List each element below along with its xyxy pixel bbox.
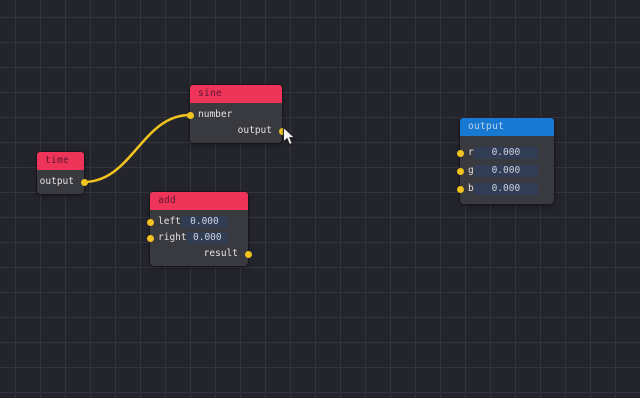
node-time-body: output — [37, 170, 84, 194]
output-b-value-field[interactable]: 0.000 — [474, 183, 538, 195]
port-add-left[interactable] — [147, 219, 154, 226]
port-row-output-r: r 0.000 — [460, 144, 554, 162]
node-output-body: r 0.000 g 0.000 b 0.000 — [460, 136, 554, 204]
port-output-b[interactable] — [457, 186, 464, 193]
node-sine-body: number output — [190, 103, 282, 143]
port-row-output-b: b 0.000 — [460, 180, 554, 198]
port-time-output[interactable] — [81, 179, 88, 186]
port-row-add-result: result — [150, 246, 248, 262]
add-left-value-field[interactable]: 0.000 — [181, 216, 228, 228]
port-row-sine-number: number — [190, 107, 282, 123]
node-output-header[interactable]: output — [460, 118, 554, 136]
port-label-output-g: g — [468, 163, 474, 179]
node-sine[interactable]: sine number output — [190, 85, 282, 143]
node-output[interactable]: output r 0.000 g 0.000 b 0.000 — [460, 118, 554, 204]
port-label-add-left: left — [158, 214, 181, 230]
node-editor-canvas[interactable]: time output sine number output add — [0, 0, 640, 400]
wire-time-to-sine[interactable] — [84, 115, 190, 182]
output-g-value-field[interactable]: 0.000 — [474, 165, 538, 177]
port-row-sine-output: output — [190, 123, 282, 139]
port-row-time-output: output — [37, 174, 84, 190]
port-label-sine-number: number — [198, 107, 232, 123]
node-add[interactable]: add left 0.000 right 0.000 result — [150, 192, 248, 266]
port-add-result[interactable] — [245, 251, 252, 258]
port-sine-output[interactable] — [279, 128, 286, 135]
node-add-header[interactable]: add — [150, 192, 248, 210]
port-row-add-left: left 0.000 — [150, 214, 248, 230]
port-label-sine-output: output — [238, 123, 272, 139]
port-label-add-right: right — [158, 230, 187, 246]
port-row-output-g: g 0.000 — [460, 162, 554, 180]
add-right-value-field[interactable]: 0.000 — [187, 232, 228, 244]
node-add-body: left 0.000 right 0.000 result — [150, 210, 248, 266]
node-time[interactable]: time output — [37, 152, 84, 194]
port-label-time-output: output — [40, 174, 74, 190]
port-sine-number[interactable] — [187, 112, 194, 119]
output-r-value-field[interactable]: 0.000 — [474, 147, 538, 159]
port-output-r[interactable] — [457, 150, 464, 157]
node-time-header[interactable]: time — [37, 152, 84, 170]
port-label-add-result: result — [204, 246, 238, 262]
port-label-output-r: r — [468, 145, 474, 161]
port-output-g[interactable] — [457, 168, 464, 175]
port-label-output-b: b — [468, 181, 474, 197]
node-sine-header[interactable]: sine — [190, 85, 282, 103]
port-add-right[interactable] — [147, 235, 154, 242]
port-row-add-right: right 0.000 — [150, 230, 248, 246]
